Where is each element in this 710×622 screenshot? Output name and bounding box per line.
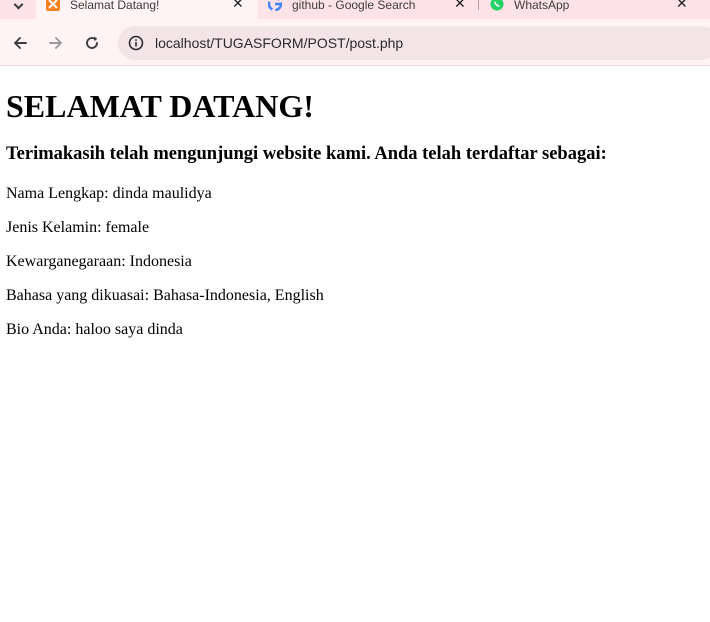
page-subtitle: Terimakasih telah mengunjungi website ka… [6,144,607,164]
close-tab-icon[interactable]: ✕ [676,0,688,12]
tab-github-google-search[interactable]: github - Google Search ✕ [258,0,480,19]
xampp-favicon-icon [46,0,60,11]
field-nama-lengkap: Nama Lengkap: dinda maulidya [6,185,212,202]
field-bio: Bio Anda: haloo saya dinda [6,321,183,338]
tab-strip: Selamat Datang! ✕ github - Google Search… [0,0,710,19]
field-bahasa: Bahasa yang dikuasai: Bahasa-Indonesia, … [6,287,324,304]
address-bar[interactable]: localhost/TUGASFORM/POST/post.php [118,26,710,60]
tab-selamat-datang[interactable]: Selamat Datang! ✕ [36,0,258,19]
arrow-right-icon [49,37,62,49]
tab-search-button[interactable] [0,0,36,16]
tab-title: WhatsApp [514,0,570,12]
whatsapp-favicon-icon [490,0,504,11]
info-icon [128,35,144,51]
close-tab-icon[interactable]: ✕ [454,0,466,12]
google-favicon-icon [268,0,282,11]
tab-whatsapp[interactable]: WhatsApp ✕ [480,0,710,19]
browser-toolbar: localhost/TUGASFORM/POST/post.php [0,19,710,66]
url-text[interactable]: localhost/TUGASFORM/POST/post.php [155,35,403,51]
tab-title: github - Google Search [292,0,416,12]
field-kewarganegaraan: Kewarganegaraan: Indonesia [6,253,192,270]
close-tab-icon[interactable]: ✕ [232,0,244,12]
page-content: SELAMAT DATANG! Terimakasih telah mengun… [6,66,706,339]
reload-button[interactable] [80,31,104,55]
page-title: SELAMAT DATANG! [6,88,314,124]
tab-separator [478,0,479,10]
back-button[interactable] [8,31,32,55]
arrow-left-icon [14,37,27,49]
reload-icon [86,36,98,49]
chevron-down-icon [13,0,23,9]
site-info-button[interactable] [126,33,146,53]
forward-button[interactable] [44,31,68,55]
tab-title: Selamat Datang! [70,0,160,12]
field-jenis-kelamin: Jenis Kelamin: female [6,219,150,236]
